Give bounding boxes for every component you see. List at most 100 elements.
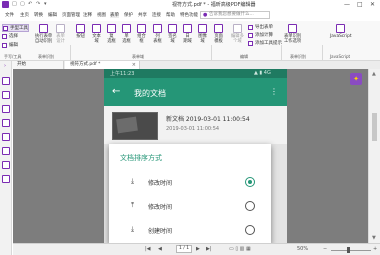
prev-page-icon[interactable]: ◀	[158, 246, 162, 252]
button-field-button[interactable]: 按钮	[76, 24, 85, 39]
radio-selected[interactable]	[245, 177, 255, 187]
security-icon[interactable]	[2, 161, 10, 169]
date-field-button[interactable]: 日 期域	[183, 24, 192, 44]
add-calc-button[interactable]: 添加计算	[248, 32, 273, 38]
zoom-in-button[interactable]: +	[373, 246, 377, 252]
menu-features[interactable]: 特色功能	[180, 12, 198, 18]
tab-start[interactable]: 开始	[12, 61, 64, 69]
app-title: 我的文档	[134, 89, 166, 98]
text-field-icon	[92, 24, 101, 33]
sort-descending-icon: ⤓	[131, 177, 135, 185]
menu-file[interactable]: 文件	[5, 12, 14, 18]
add-tooltip-button[interactable]: 添加工具提示	[248, 40, 282, 46]
pages-icon[interactable]	[2, 91, 10, 99]
menu-protect[interactable]: 保护	[124, 12, 133, 18]
radio-icon	[122, 24, 131, 33]
group-label-javascript: JavaScript	[330, 54, 351, 59]
menu-help[interactable]: 帮助	[166, 12, 175, 18]
button-icon	[76, 24, 85, 33]
tab-document[interactable]: 视符方式.pdf * ×	[65, 61, 140, 69]
radio-unselected[interactable]	[245, 225, 255, 235]
lightbulb-icon[interactable]: ✦	[350, 73, 362, 85]
javascript-button[interactable]: JavaScript	[330, 24, 352, 39]
scroll-thumb[interactable]	[372, 113, 377, 141]
page-template-button[interactable]: 页面 模板	[214, 24, 223, 44]
menu-form[interactable]: 表单	[110, 12, 119, 18]
menu-page-manage[interactable]: 页面管理	[62, 12, 80, 18]
print-icon[interactable]: ▢	[20, 1, 25, 7]
image-field-button[interactable]: 图像 域	[198, 24, 207, 44]
auto-recognize-button[interactable]: 执行表单 自动识别	[35, 24, 52, 44]
zoom-level[interactable]: 50%	[297, 246, 308, 252]
calc-icon	[248, 32, 253, 38]
menu-share[interactable]: 共享	[138, 12, 147, 18]
vertical-scrollbar[interactable]: ▲ ▼	[368, 69, 380, 243]
title-bar: □ ▢ ↶ ↷ ▾ 视符方式.pdf * - 福昕高级PDF编辑器 — □ ✕	[0, 0, 380, 9]
sort-option[interactable]: ⤓ 修改时间	[109, 172, 271, 192]
app-toolbar: ← 我的文档 ⋮	[104, 78, 287, 106]
search-placeholder: 告诉我您想要做什么...	[209, 12, 254, 17]
menu-view[interactable]: 视图	[97, 12, 106, 18]
file-date: 2019-03-01 11:00:54	[166, 126, 220, 132]
hand-icon	[3, 25, 8, 31]
maximize-button[interactable]: □	[357, 1, 363, 8]
zoom-slider-knob[interactable]	[347, 247, 350, 253]
menu-home[interactable]: 主页	[20, 12, 29, 18]
signature-panel-icon[interactable]	[2, 147, 10, 155]
form-design-button[interactable]: 表单 设计	[56, 24, 65, 44]
phone-status-bar: 上午11:23 ▲ ▮ 4G	[104, 69, 287, 78]
list-item[interactable]: 新文档 2019-03-01 11:00:54 2019-03-01 11:00…	[104, 106, 287, 144]
expand-arrow-icon[interactable]: ›	[4, 63, 6, 69]
group-label-fields: 表单域	[132, 54, 144, 59]
zoom-out-button[interactable]: −	[323, 246, 327, 252]
more-menu-icon[interactable]: ⋮	[270, 87, 278, 96]
menu-edit[interactable]: 编辑	[48, 12, 57, 18]
select-tool-button[interactable]: 选择	[2, 33, 18, 39]
radio-unselected[interactable]	[245, 201, 255, 211]
form-recognize-options-button[interactable]: 表单识别 工作选项	[284, 24, 301, 44]
menu-convert[interactable]: 转换	[34, 12, 43, 18]
checkbox-field-button[interactable]: 复 选框	[107, 24, 116, 44]
bookmark-icon[interactable]	[2, 77, 10, 85]
comment-icon[interactable]	[2, 119, 10, 127]
redo-icon[interactable]: ↷	[36, 1, 40, 7]
undo-icon[interactable]: ↶	[28, 1, 32, 7]
signature-icon	[168, 24, 177, 33]
hand-tool-button[interactable]: 手型工具	[2, 24, 29, 32]
form-design-icon	[56, 24, 65, 33]
page-number-input[interactable]: 1 / 1	[176, 245, 192, 253]
fields-panel-icon[interactable]	[2, 175, 10, 183]
scroll-down-icon[interactable]: ▼	[372, 235, 376, 241]
dialog-title: 文档排序方式	[120, 154, 162, 162]
sort-option[interactable]: ⤒ 修改时间	[109, 196, 271, 216]
save-icon[interactable]: □	[12, 1, 17, 7]
zoom-slider[interactable]	[331, 250, 371, 251]
customize-icon[interactable]: ▾	[44, 1, 47, 7]
view-mode-icons[interactable]: ▭ ▯ ▥ ▦	[229, 246, 251, 252]
close-button[interactable]: ✕	[370, 1, 375, 8]
menu-connect[interactable]: 连接	[152, 12, 161, 18]
sort-option[interactable]: ⤓ 创建时间	[109, 220, 271, 240]
edit-icon	[2, 42, 7, 48]
option-label: 修改时间	[148, 180, 173, 187]
status-time: 上午11:23	[110, 71, 135, 77]
attachment-icon[interactable]	[2, 133, 10, 141]
last-page-icon[interactable]: ▶|	[206, 246, 212, 252]
back-arrow-icon[interactable]: ←	[112, 86, 120, 97]
search-input[interactable]: ● 告诉我您想要做什么...	[200, 11, 270, 19]
next-page-icon[interactable]: ▶	[196, 246, 200, 252]
text-field-button[interactable]: 文本 域	[92, 24, 101, 44]
signature-field-button[interactable]: 签名 域	[168, 24, 177, 44]
edit-tool-button[interactable]: 编辑	[2, 42, 18, 48]
scroll-up-icon[interactable]: ▲	[372, 71, 376, 77]
list-box-button[interactable]: 列 表框	[153, 24, 162, 44]
export-form-button[interactable]: 导出表单	[248, 24, 273, 30]
close-tab-icon[interactable]: ×	[132, 61, 136, 69]
radio-field-button[interactable]: 单 选框	[122, 24, 131, 44]
layers-icon[interactable]	[2, 105, 10, 113]
minimize-button[interactable]: —	[344, 1, 350, 8]
edit-multiple-fields-button[interactable]: 编辑多 个域	[231, 24, 244, 44]
menu-comment[interactable]: 注释	[83, 12, 92, 18]
combo-box-button[interactable]: 组合 框	[137, 24, 146, 44]
first-page-icon[interactable]: |◀	[145, 246, 151, 252]
